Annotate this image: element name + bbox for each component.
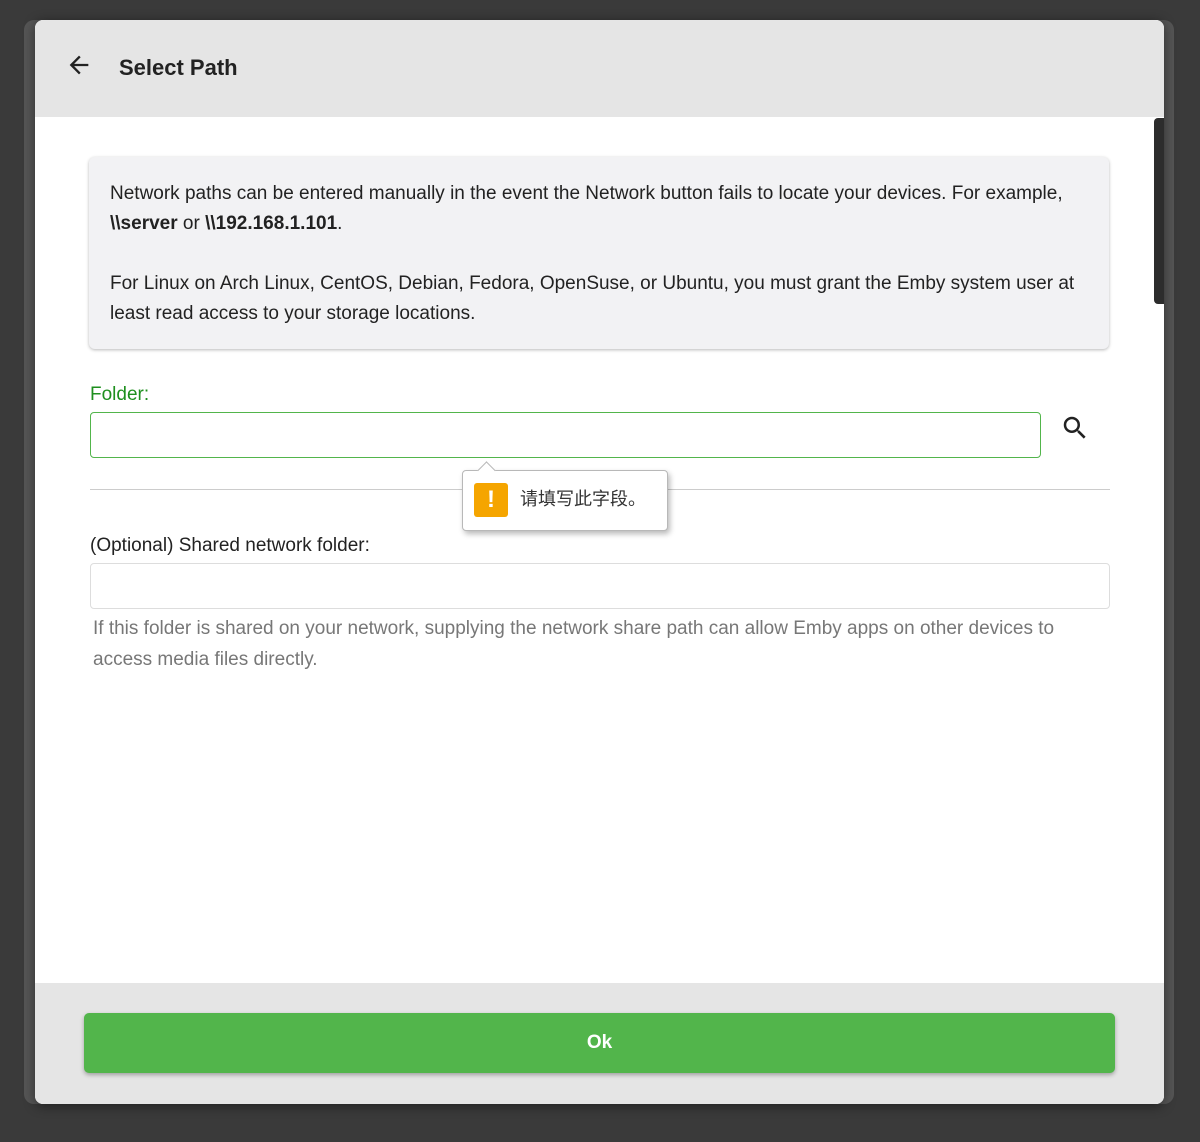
- warning-icon: !: [474, 483, 508, 517]
- shared-folder-help-text: If this folder is shared on your network…: [93, 618, 1055, 670]
- info-text: or: [177, 213, 206, 234]
- dialog-header: Select Path: [35, 20, 1164, 117]
- example-ip-path: \\192.168.1.101: [205, 213, 338, 234]
- info-paragraph-network: Network paths can be entered manually in…: [110, 179, 1087, 239]
- validation-tooltip: ! 请填写此字段。: [462, 461, 668, 531]
- shared-folder-label: (Optional) Shared network folder:: [90, 535, 370, 556]
- folder-input[interactable]: [90, 412, 1041, 458]
- scrollbar-thumb[interactable]: [1154, 118, 1164, 304]
- back-button[interactable]: [61, 49, 97, 85]
- ok-button[interactable]: Ok: [84, 1013, 1115, 1073]
- shared-folder-input[interactable]: [90, 563, 1110, 609]
- tooltip-arrow: [477, 461, 496, 480]
- info-text: Network paths can be entered manually in…: [110, 183, 1063, 204]
- info-text: .: [337, 213, 343, 234]
- network-path-info-box: Network paths can be entered manually in…: [89, 157, 1109, 349]
- example-server-path: \\server: [110, 213, 178, 234]
- select-path-dialog: Select Path Network paths can be entered…: [35, 20, 1164, 1104]
- browse-folder-button[interactable]: [1057, 412, 1093, 448]
- info-paragraph-linux: For Linux on Arch Linux, CentOS, Debian,…: [110, 273, 1075, 324]
- validation-message: 请填写此字段。: [520, 489, 646, 510]
- arrow-left-icon: [65, 51, 93, 84]
- search-icon: [1060, 413, 1090, 448]
- dialog-title: Select Path: [119, 55, 238, 80]
- folder-label: Folder:: [90, 384, 150, 405]
- dialog-footer: Ok: [35, 983, 1164, 1104]
